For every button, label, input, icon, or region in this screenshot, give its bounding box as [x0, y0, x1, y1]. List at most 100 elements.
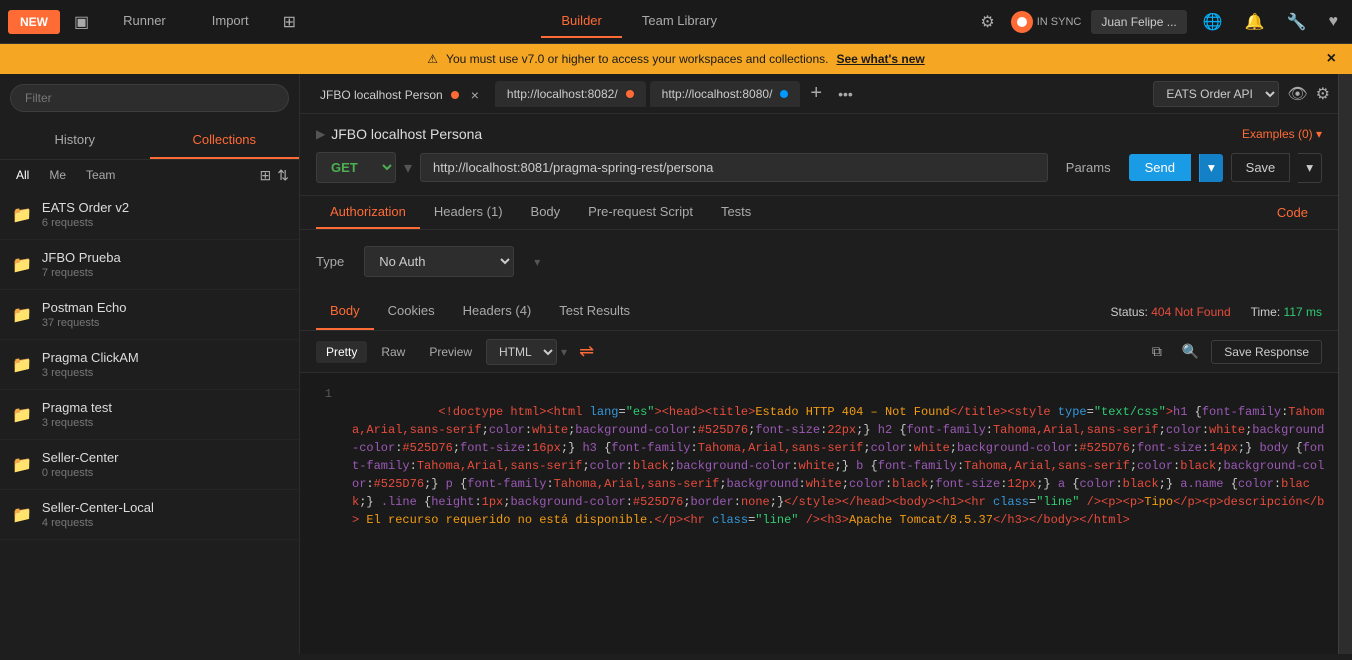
item-requests: 4 requests [42, 517, 287, 529]
add-tab-icon[interactable]: ⊞ [275, 7, 304, 37]
add-collection-icon[interactable]: ⊞ [260, 167, 272, 184]
format-preview-button[interactable]: Preview [419, 341, 482, 363]
item-name: Postman Echo [42, 300, 287, 315]
copy-button[interactable]: ⧉ [1144, 339, 1170, 364]
code-view: 1 <!doctype html><html lang="es"><head><… [300, 373, 1338, 654]
request-tab-0[interactable]: JFBO localhost Person × [308, 79, 491, 109]
list-item[interactable]: 📁 Pragma test 3 requests [0, 390, 299, 440]
auth-type-select[interactable]: No Auth [364, 246, 514, 277]
code-link[interactable]: Code [1263, 197, 1322, 228]
folder-icon: 📁 [12, 255, 32, 275]
request-tab-2[interactable]: http://localhost:8080/ [650, 81, 801, 107]
code-line: <!doctype html><html lang="es"><head><ti… [352, 385, 1330, 547]
list-item[interactable]: 📁 Seller-Center-Local 4 requests [0, 490, 299, 540]
item-info: Pragma test 3 requests [42, 400, 287, 429]
save-button[interactable]: Save [1231, 153, 1291, 182]
req-tab-body[interactable]: Body [517, 196, 575, 229]
search-input[interactable] [10, 84, 289, 112]
req-tab-right: Code [1263, 196, 1322, 229]
folder-icon: 📁 [12, 205, 32, 225]
list-item[interactable]: 📁 Seller-Center 0 requests [0, 440, 299, 490]
filter-me-button[interactable]: Me [43, 166, 72, 184]
add-tab-button[interactable]: + [804, 82, 828, 105]
tab-dot-orange [451, 91, 459, 99]
format-raw-button[interactable]: Raw [371, 341, 415, 363]
request-area: ▶ JFBO localhost Persona Examples (0) ▾ … [300, 114, 1338, 196]
filter-team-button[interactable]: Team [80, 166, 121, 184]
tab-label: http://localhost:8080/ [662, 87, 773, 101]
auth-dropdown-icon: ▾ [534, 255, 540, 269]
response-area: Body Cookies Headers (4) Test Results St… [300, 293, 1338, 654]
sync-text: IN SYNC [1037, 16, 1082, 28]
eye-icon[interactable]: 👁 [1287, 84, 1307, 104]
sidebar-tab-collections[interactable]: Collections [150, 122, 300, 159]
banner-close-button[interactable]: × [1327, 50, 1336, 68]
save-response-button[interactable]: Save Response [1211, 340, 1322, 364]
request-title-row: ▶ JFBO localhost Persona Examples (0) ▾ [316, 126, 1322, 142]
item-info: Seller-Center 0 requests [42, 450, 287, 479]
heart-icon[interactable]: ♥ [1323, 9, 1345, 35]
import-button[interactable]: Import [192, 5, 269, 38]
sidebar-search-area [0, 74, 299, 122]
search-button[interactable]: 🔍 [1174, 339, 1207, 364]
folder-icon: 📁 [12, 505, 32, 525]
tab-label: http://localhost:8082/ [507, 87, 618, 101]
auth-area: Type No Auth ▾ [300, 230, 1338, 293]
format-pretty-button[interactable]: Pretty [316, 341, 367, 363]
team-library-tab[interactable]: Team Library [622, 5, 737, 38]
wrap-button[interactable]: ⇌ [571, 337, 602, 366]
tabs-right: EATS Order API 👁 ⚙ [1153, 81, 1330, 107]
environment-select[interactable]: EATS Order API [1153, 81, 1279, 107]
req-tab-tests[interactable]: Tests [707, 196, 765, 229]
banner-link[interactable]: See what's new [836, 52, 924, 66]
content-area: JFBO localhost Person × http://localhost… [300, 74, 1338, 654]
body-actions: ⧉ 🔍 Save Response [1144, 339, 1322, 364]
auth-type-row: Type No Auth ▾ [316, 246, 1322, 277]
topbar-center: Builder Team Library [310, 5, 968, 38]
wrench-icon[interactable]: 🔧 [1281, 8, 1313, 36]
method-select[interactable]: GET [316, 152, 396, 183]
list-item[interactable]: 📁 JFBO Prueba 7 requests [0, 240, 299, 290]
builder-tab[interactable]: Builder [541, 5, 621, 38]
more-tabs-button[interactable]: ••• [832, 86, 859, 102]
list-item[interactable]: 📁 EATS Order v2 6 requests [0, 190, 299, 240]
response-tabs-bar: Body Cookies Headers (4) Test Results St… [300, 293, 1338, 331]
globe-icon[interactable]: 🌐 [1197, 8, 1229, 36]
request-expand-icon[interactable]: ▶ [316, 127, 325, 141]
sort-icon[interactable]: ⇅ [277, 167, 289, 184]
examples-link[interactable]: Examples (0) ▾ [1242, 127, 1322, 141]
time-label: Time: 117 ms [1251, 305, 1322, 319]
filter-all-button[interactable]: All [10, 166, 35, 184]
item-info: Seller-Center-Local 4 requests [42, 500, 287, 529]
url-input[interactable] [420, 153, 1048, 182]
req-tab-prerequest[interactable]: Pre-request Script [574, 196, 707, 229]
tab-close-button[interactable]: × [471, 87, 479, 103]
settings-icon[interactable]: ⚙ [974, 8, 1000, 36]
list-item[interactable]: 📁 Pragma ClickAM 3 requests [0, 340, 299, 390]
user-button[interactable]: Juan Felipe ... [1091, 10, 1186, 34]
banner: ⚠ You must use v7.0 or higher to access … [0, 44, 1352, 74]
topbar-right: ⚙ IN SYNC Juan Felipe ... 🌐 🔔 🔧 ♥ [974, 8, 1344, 36]
res-tab-cookies[interactable]: Cookies [374, 293, 449, 330]
tab-dot-blue [780, 90, 788, 98]
bell-icon[interactable]: 🔔 [1239, 8, 1271, 36]
sidebar-tab-history[interactable]: History [0, 122, 150, 159]
item-name: Pragma ClickAM [42, 350, 287, 365]
layout-icon[interactable]: ▣ [66, 7, 97, 37]
request-tab-1[interactable]: http://localhost:8082/ [495, 81, 646, 107]
send-button[interactable]: Send [1129, 154, 1191, 181]
res-tab-headers[interactable]: Headers (4) [449, 293, 546, 330]
params-button[interactable]: Params [1056, 154, 1121, 181]
runner-button[interactable]: Runner [103, 5, 186, 38]
req-tab-headers[interactable]: Headers (1) [420, 196, 517, 229]
res-tab-body[interactable]: Body [316, 293, 374, 330]
body-lang-select[interactable]: HTML [486, 339, 557, 365]
new-button[interactable]: NEW [8, 10, 60, 34]
req-tab-authorization[interactable]: Authorization [316, 196, 420, 229]
send-dropdown-button[interactable]: ▾ [1199, 154, 1223, 182]
item-requests: 37 requests [42, 317, 287, 329]
env-settings-icon[interactable]: ⚙ [1316, 84, 1330, 104]
list-item[interactable]: 📁 Postman Echo 37 requests [0, 290, 299, 340]
res-tab-test-results[interactable]: Test Results [545, 293, 644, 330]
save-dropdown-button[interactable]: ▾ [1298, 153, 1322, 183]
